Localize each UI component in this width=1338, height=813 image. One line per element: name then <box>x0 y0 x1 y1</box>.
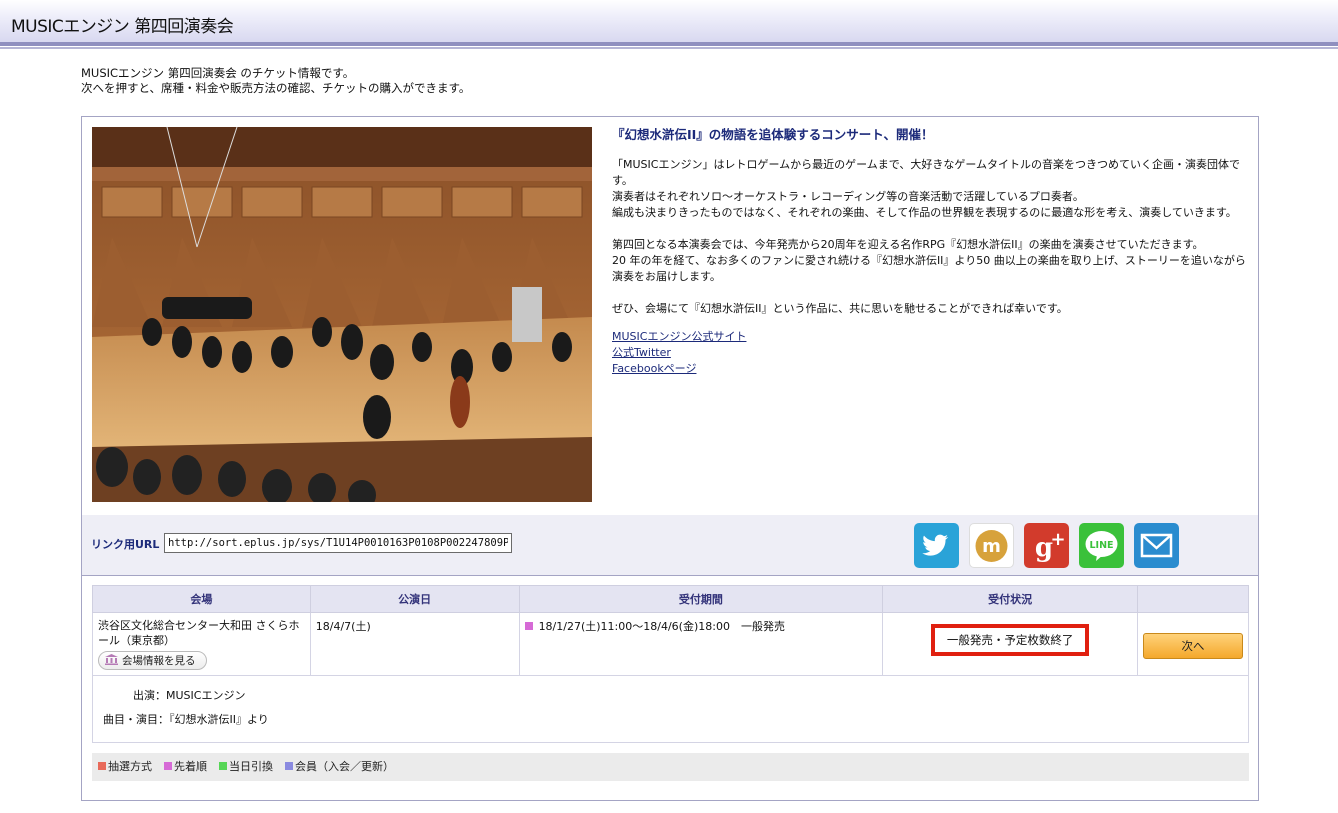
performance-table: 会場 公演日 受付期間 受付状況 渋谷区文化総合センター大和田 さくらホール（東… <box>92 585 1250 743</box>
intro-line-1: MUSICエンジン 第四回演奏会 のチケット情報です。 <box>81 66 355 80</box>
legend-first-come: 先着順 <box>164 760 207 773</box>
performer-text: 出演：MUSICエンジン <box>133 689 246 702</box>
header-status: 受付状況 <box>882 585 1138 613</box>
page-title: MUSICエンジン 第四回演奏会 <box>11 17 234 37</box>
mail-icon <box>1140 533 1173 558</box>
google-plus-icon: g + <box>1035 529 1066 563</box>
event-panel: 『幻想水滸伝II』の物語を追体験するコンサート、開催！ 「MUSICエンジン」は… <box>81 116 1259 801</box>
legend-same-day-label: 当日引換 <box>229 760 273 773</box>
line-share-button[interactable]: LINE <box>1079 523 1124 568</box>
desc-paragraph-5: 20 年の年を経て、なお多くのファンに愛され続ける『幻想水滸伝II』より50 曲… <box>612 254 1246 283</box>
program-text: 曲目・演目：『幻想水滸伝II』より <box>103 713 269 726</box>
first-come-marker <box>524 622 533 630</box>
date-cell: 18/4/7(土) <box>309 612 520 676</box>
legend-member-swatch <box>285 762 293 770</box>
link-official-twitter[interactable]: 公式Twitter <box>612 345 1252 361</box>
header-date: 公演日 <box>309 585 520 613</box>
status-cell: 一般発売・予定枚数終了 <box>882 612 1138 676</box>
legend-member: 会員（入会／更新） <box>285 760 394 773</box>
header-period: 受付期間 <box>518 585 884 613</box>
venue-cell: 渋谷区文化総合センター大和田 さくらホール（東京都） 会場情報を見る <box>92 612 311 676</box>
period-cell: 18/1/27(土)11:00～18/4/6(金)18:00 一般発売 <box>518 612 884 676</box>
mixi-icon: m <box>975 530 1008 562</box>
concert-photo <box>92 127 592 502</box>
legend-lottery-label: 抽選方式 <box>108 760 152 773</box>
link-facebook-page[interactable]: Facebookページ <box>612 361 1252 377</box>
link-official-site[interactable]: MUSICエンジン公式サイト <box>612 329 1252 345</box>
next-button[interactable]: 次へ <box>1142 633 1243 659</box>
share-link-row: リンク用URL m g + LINE <box>82 515 1258 576</box>
period-text: 18/1/27(土)11:00～18/4/6(金)18:00 一般発売 <box>538 620 785 633</box>
svg-text:m: m <box>982 536 1001 557</box>
desc-paragraph-6: ぜひ、会場にて『幻想水滸伝II』という作品に、共に思いを馳せることができれば幸い… <box>612 302 1068 315</box>
desc-paragraph-4: 第四回となる本演奏会では、今年発売から20周年を迎える名作RPG『幻想水滸伝II… <box>612 238 1204 251</box>
legend-lottery-swatch <box>98 762 106 770</box>
mail-share-button[interactable] <box>1134 523 1179 568</box>
desc-paragraph-2: 演奏者はそれぞれソロ～オーケストラ・レコーディング等の音楽活動で活躍しているプロ… <box>612 190 1084 203</box>
sales-status: 一般発売・予定枚数終了 <box>930 624 1090 656</box>
header-action <box>1136 585 1250 613</box>
building-icon <box>105 654 118 665</box>
legend-first-come-label: 先着順 <box>174 760 207 773</box>
link-url-field[interactable] <box>164 533 512 553</box>
legend-lottery: 抽選方式 <box>98 760 152 773</box>
legend-same-day: 当日引換 <box>219 760 273 773</box>
venue-info-button[interactable]: 会場情報を見る <box>98 651 207 670</box>
svg-text:LINE: LINE <box>1089 540 1113 551</box>
legend-bar: 抽選方式 先着順 当日引換 会員（入会／更新） <box>92 753 1249 781</box>
legend-same-day-swatch <box>219 762 227 770</box>
title-underline <box>0 47 1338 49</box>
table-header-row: 会場 公演日 受付期間 受付状況 <box>92 585 1250 613</box>
event-description: 『幻想水滸伝II』の物語を追体験するコンサート、開催！ 「MUSICエンジン」は… <box>612 127 1252 377</box>
svg-text:+: + <box>1050 529 1065 550</box>
venue-name: 渋谷区文化総合センター大和田 さくらホール（東京都） <box>98 619 300 647</box>
mixi-share-button[interactable]: m <box>969 523 1014 568</box>
link-url-label: リンク用URL <box>91 538 160 551</box>
event-headline: 『幻想水滸伝II』の物語を追体験するコンサート、開催！ <box>612 127 934 142</box>
intro-line-2: 次へを押すと、席種・料金や販売方法の確認、チケットの購入ができます。 <box>81 81 471 95</box>
intro-text: MUSICエンジン 第四回演奏会 のチケット情報です。 次へを押すと、席種・料金… <box>81 66 470 96</box>
venue-info-button-label: 会場情報を見る <box>122 655 196 667</box>
desc-paragraph-1: 「MUSICエンジン」はレトロゲームから最近のゲームまで、大好きなゲームタイトル… <box>612 158 1241 187</box>
legend-member-label: 会員（入会／更新） <box>295 760 394 773</box>
google-plus-share-button[interactable]: g + <box>1024 523 1069 568</box>
legend-first-come-swatch <box>164 762 172 770</box>
detail-row: 出演：MUSICエンジン 曲目・演目：『幻想水滸伝II』より <box>92 675 1249 743</box>
twitter-share-button[interactable] <box>914 523 959 568</box>
twitter-icon <box>922 534 949 556</box>
line-icon: LINE <box>1085 531 1118 561</box>
header-venue: 会場 <box>92 585 311 613</box>
action-cell: 次へ <box>1136 612 1250 676</box>
table-row: 渋谷区文化総合センター大和田 さくらホール（東京都） 会場情報を見る 18/4/… <box>92 612 1250 676</box>
desc-paragraph-3: 編成も決まりきったものではなく、それぞれの楽曲、そして作品の世界観を表現するのに… <box>612 206 1237 219</box>
title-bar: MUSICエンジン 第四回演奏会 <box>0 0 1338 49</box>
